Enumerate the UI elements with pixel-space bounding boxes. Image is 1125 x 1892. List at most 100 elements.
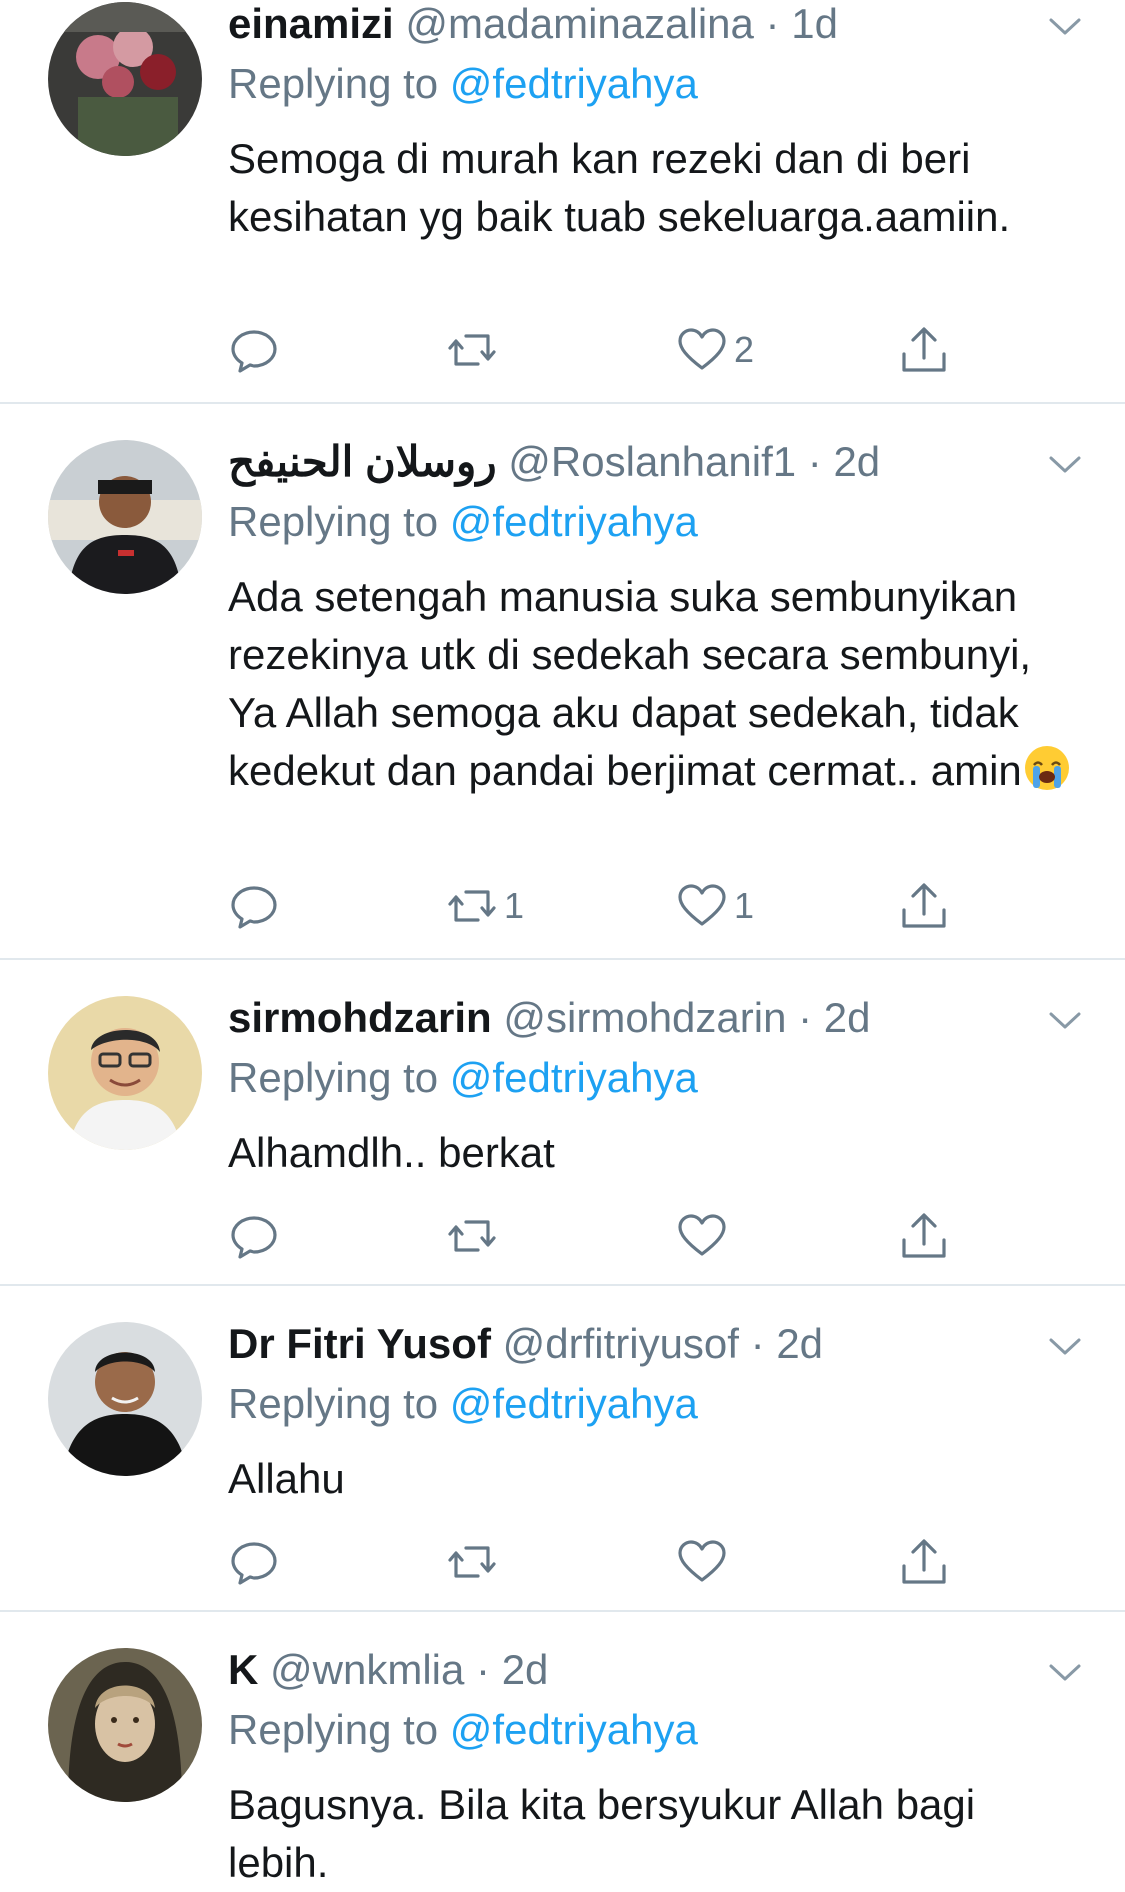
like-button[interactable]: [676, 1532, 734, 1592]
share-button[interactable]: [898, 1206, 950, 1266]
user-handle[interactable]: @drfitriyusof: [503, 1320, 739, 1367]
replying-to: Replying to @fedtriyahya: [228, 1054, 698, 1102]
tweet-text: Semoga di murah kan rezeki dan di beri k…: [228, 135, 1011, 240]
replying-to-label: Replying to: [228, 498, 439, 545]
separator-dot: ·: [765, 0, 780, 47]
replying-to-label: Replying to: [228, 1706, 439, 1753]
timestamp[interactable]: 2d: [833, 438, 880, 485]
avatar[interactable]: [48, 440, 202, 594]
share-icon: [902, 1539, 946, 1584]
display-name[interactable]: روسلان الحنيفح: [228, 438, 497, 485]
like-count: 1: [734, 885, 755, 926]
reply-icon: [231, 330, 277, 373]
display-name[interactable]: einamizi: [228, 0, 394, 47]
replying-to: Replying to @fedtriyahya: [228, 1380, 698, 1428]
display-name[interactable]: sirmohdzarin: [228, 994, 492, 1041]
retweet-button[interactable]: 1: [446, 876, 524, 936]
retweet-count: 1: [504, 885, 525, 926]
replying-to: Replying to @fedtriyahya: [228, 1706, 698, 1754]
separator-dot: ·: [476, 1646, 491, 1693]
timestamp[interactable]: 2d: [824, 994, 871, 1041]
reply-icon: [231, 886, 277, 929]
chevron-down-icon[interactable]: [1045, 1000, 1085, 1040]
mention-link[interactable]: @fedtriyahya: [450, 1054, 698, 1101]
like-count: 2: [734, 329, 755, 370]
tweet[interactable]: K @wnkmlia · 2d Replying to @fedtriyahya…: [0, 1646, 1125, 1886]
chevron-down-icon[interactable]: [1045, 1652, 1085, 1692]
divider: [0, 958, 1125, 960]
mention-link[interactable]: @fedtriyahya: [450, 1380, 698, 1427]
chevron-down-icon[interactable]: [1045, 1326, 1085, 1366]
timestamp[interactable]: 1d: [791, 0, 838, 47]
reply-icon: [231, 1216, 277, 1259]
reply-icon: [231, 1542, 277, 1585]
tweet-header: روسلان الحنيفح @Roslanhanif1 · 2d: [228, 438, 880, 486]
divider: [0, 402, 1125, 404]
reply-button[interactable]: [228, 1532, 286, 1592]
display-name[interactable]: K: [228, 1646, 258, 1693]
separator-dot: ·: [750, 1320, 765, 1367]
chevron-down-icon[interactable]: [1045, 444, 1085, 484]
tweet[interactable]: Dr Fitri Yusof @drfitriyusof · 2d Replyi…: [0, 1320, 1125, 1610]
retweet-icon: [448, 890, 496, 922]
crying-face-emoji: [1024, 746, 1069, 790]
user-handle[interactable]: @Roslanhanif1: [508, 438, 796, 485]
retweet-button[interactable]: [446, 1206, 504, 1266]
retweet-button[interactable]: [446, 320, 504, 380]
timestamp[interactable]: 2d: [776, 1320, 823, 1367]
timestamp[interactable]: 2d: [502, 1646, 549, 1693]
tweet-actions: [228, 1532, 1085, 1592]
share-icon: [902, 1213, 946, 1258]
heart-icon: [678, 1540, 726, 1582]
tweet-text: Bagusnya. Bila kita bersyukur Allah bagi…: [228, 1781, 976, 1886]
tweet-actions: 2: [228, 320, 1085, 380]
tweet-header: sirmohdzarin @sirmohdzarin · 2d: [228, 994, 871, 1042]
replying-to-label: Replying to: [228, 1380, 439, 1427]
avatar[interactable]: [48, 996, 202, 1150]
chevron-down-icon[interactable]: [1045, 6, 1085, 46]
user-handle[interactable]: @sirmohdzarin: [503, 994, 786, 1041]
avatar[interactable]: [48, 1322, 202, 1476]
share-button[interactable]: [898, 876, 950, 936]
heart-icon: [678, 328, 726, 370]
like-button[interactable]: 2: [676, 320, 754, 380]
like-button[interactable]: 1: [676, 876, 754, 936]
tweet-header: Dr Fitri Yusof @drfitriyusof · 2d: [228, 1320, 823, 1368]
separator-dot: ·: [807, 438, 822, 485]
avatar[interactable]: [48, 1648, 202, 1802]
mention-link[interactable]: @fedtriyahya: [450, 498, 698, 545]
replying-to-label: Replying to: [228, 1054, 439, 1101]
reply-feed: einamizi @madaminazalina · 1d Replying t…: [0, 0, 1125, 1886]
share-button[interactable]: [898, 1532, 950, 1592]
reply-button[interactable]: [228, 876, 286, 936]
display-name[interactable]: Dr Fitri Yusof: [228, 1320, 491, 1367]
replying-to: Replying to @fedtriyahya: [228, 498, 698, 546]
tweet[interactable]: sirmohdzarin @sirmohdzarin · 2d Replying…: [0, 994, 1125, 1284]
user-handle[interactable]: @wnkmlia: [270, 1646, 464, 1693]
tweet-actions: [228, 1206, 1085, 1266]
retweet-icon: [448, 334, 496, 366]
user-handle[interactable]: @madaminazalina: [405, 0, 753, 47]
separator-dot: ·: [798, 994, 813, 1041]
retweet-icon: [448, 1220, 496, 1252]
tweet-header: K @wnkmlia · 2d: [228, 1646, 548, 1694]
divider: [0, 1284, 1125, 1286]
reply-button[interactable]: [228, 320, 286, 380]
share-button[interactable]: [898, 320, 950, 380]
avatar[interactable]: [48, 2, 202, 156]
tweet[interactable]: روسلان الحنيفح @Roslanhanif1 · 2d Replyi…: [0, 438, 1125, 958]
mention-link[interactable]: @fedtriyahya: [450, 60, 698, 107]
tweet-actions: 1 1: [228, 876, 1085, 936]
retweet-icon: [448, 1546, 496, 1578]
tweet[interactable]: einamizi @madaminazalina · 1d Replying t…: [0, 0, 1125, 402]
heart-icon: [678, 1214, 726, 1256]
like-button[interactable]: [676, 1206, 734, 1266]
reply-button[interactable]: [228, 1206, 286, 1266]
replying-to: Replying to @fedtriyahya: [228, 60, 698, 108]
retweet-button[interactable]: [446, 1532, 504, 1592]
share-icon: [902, 327, 946, 372]
tweet-text: Allahu: [228, 1455, 345, 1502]
tweet-text-content: Ada setengah manusia suka sembunyikan re…: [228, 573, 1032, 794]
divider: [0, 1610, 1125, 1612]
mention-link[interactable]: @fedtriyahya: [450, 1706, 698, 1753]
